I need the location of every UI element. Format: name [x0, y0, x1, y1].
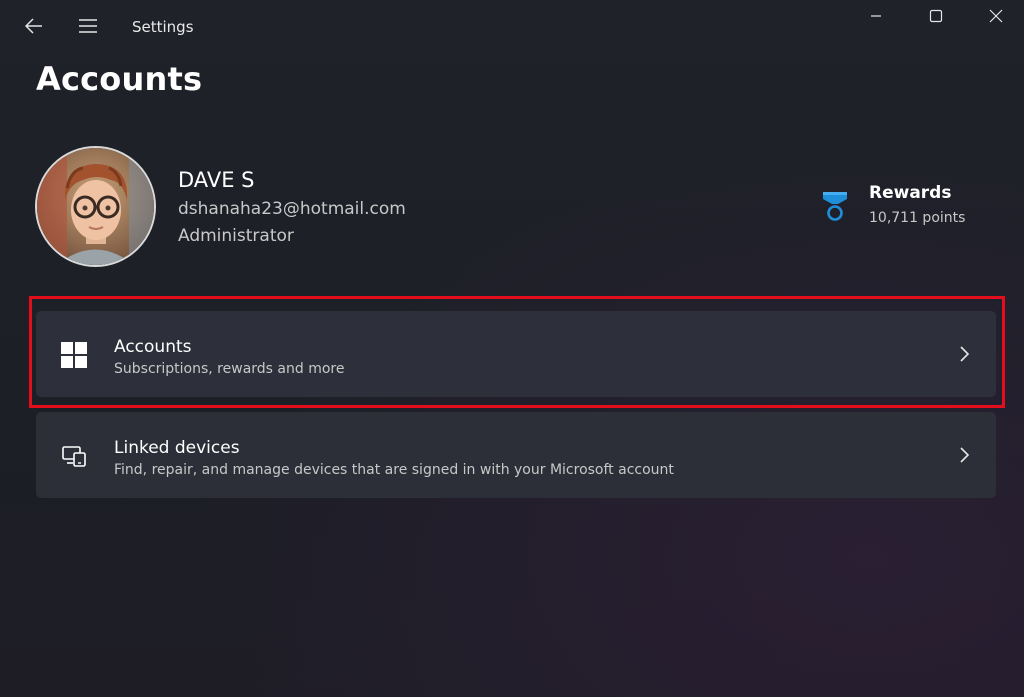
rewards-points: 10,711 points — [869, 210, 966, 226]
navigation-menu-button[interactable] — [74, 12, 102, 40]
linked-devices-card[interactable]: Linked devices Find, repair, and manage … — [36, 412, 996, 498]
rewards-medal-icon — [823, 192, 847, 221]
app-title: Settings — [132, 18, 194, 36]
chevron-right-icon — [960, 447, 970, 463]
chevron-right-icon — [960, 346, 970, 362]
back-arrow-icon — [25, 18, 42, 34]
user-name: DAVE S — [178, 168, 255, 192]
linked-devices-icon — [62, 446, 86, 467]
hamburger-menu-icon — [79, 19, 97, 33]
minimize-button[interactable] — [858, 0, 894, 32]
close-icon — [989, 9, 1003, 23]
rewards-title[interactable]: Rewards — [869, 183, 951, 203]
linked-devices-card-title: Linked devices — [114, 438, 240, 458]
user-email: dshanaha23@hotmail.com — [178, 199, 406, 219]
user-role: Administrator — [178, 226, 294, 246]
windows-logo-icon — [61, 342, 87, 368]
accounts-card-title: Accounts — [114, 337, 192, 357]
maximize-button[interactable] — [918, 0, 954, 32]
minimize-icon — [871, 15, 881, 17]
linked-devices-card-subtitle: Find, repair, and manage devices that ar… — [114, 462, 674, 478]
maximize-icon — [929, 9, 943, 23]
close-button[interactable] — [978, 0, 1014, 32]
avatar-photo — [37, 148, 154, 265]
accounts-card[interactable]: Accounts Subscriptions, rewards and more — [36, 311, 996, 397]
avatar[interactable] — [35, 146, 156, 267]
page-title: Accounts — [36, 60, 203, 98]
title-bar: Settings — [0, 0, 1024, 56]
back-button[interactable] — [20, 12, 48, 40]
accounts-card-subtitle: Subscriptions, rewards and more — [114, 361, 345, 377]
